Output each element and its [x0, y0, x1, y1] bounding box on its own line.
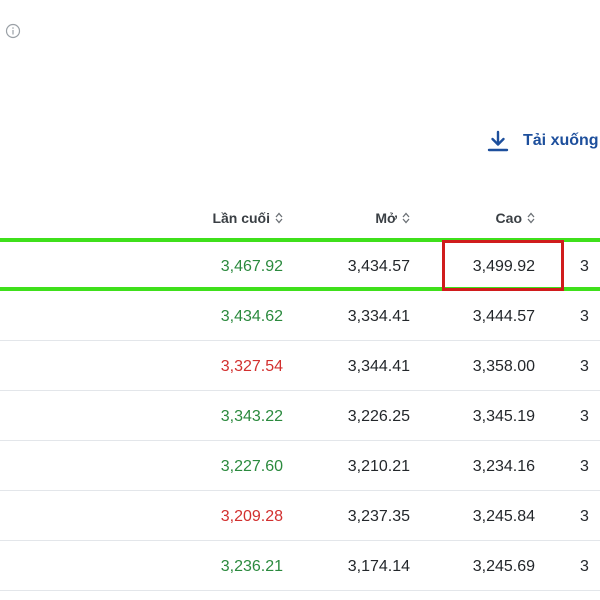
low-price-cell-partial: 3 [580, 557, 589, 575]
download-button[interactable]: Tải xuống [487, 128, 599, 154]
high-price-cell: 3,499.92 [472, 257, 535, 275]
low-price-cell-partial: 3 [580, 307, 589, 325]
download-label: Tải xuống [523, 132, 599, 149]
open-price-cell: 3,434.57 [347, 257, 410, 275]
open-price-cell: 3,237.35 [347, 507, 410, 525]
table-row[interactable]: 3,327.54 3,344.41 3,358.00 3 [0, 342, 600, 391]
sort-icon [275, 212, 283, 224]
column-header-high[interactable]: Cao [430, 203, 535, 233]
open-price-cell: 3,226.25 [347, 407, 410, 425]
high-price-cell: 3,234.16 [472, 457, 535, 475]
table-row[interactable]: 3,467.92 3,434.57 3,499.92 3 [0, 242, 600, 291]
open-price-cell: 3,210.21 [347, 457, 410, 475]
column-header-last[interactable]: Lần cuối [170, 203, 283, 233]
sort-icon [527, 212, 535, 224]
table-row[interactable]: 3,209.28 3,237.35 3,245.84 3 [0, 492, 600, 541]
table-row[interactable]: 3,434.62 3,334.41 3,444.57 3 [0, 292, 600, 341]
last-price-cell: 3,343.22 [220, 407, 283, 425]
last-price-cell: 3,467.92 [220, 257, 283, 275]
open-price-cell: 3,174.14 [347, 557, 410, 575]
high-price-cell: 3,245.84 [472, 507, 535, 525]
table-row[interactable]: 3,227.60 3,210.21 3,234.16 3 [0, 442, 600, 491]
high-price-cell: 3,245.69 [472, 557, 535, 575]
table-row[interactable]: 3,236.21 3,174.14 3,245.69 3 [0, 542, 600, 591]
last-price-cell: 3,227.60 [220, 457, 283, 475]
low-price-cell-partial: 3 [580, 257, 589, 275]
low-price-cell-partial: 3 [580, 507, 589, 525]
low-price-cell-partial: 3 [580, 457, 589, 475]
last-price-cell: 3,209.28 [220, 507, 283, 525]
open-price-cell: 3,334.41 [347, 307, 410, 325]
high-price-cell: 3,444.57 [472, 307, 535, 325]
low-price-cell-partial: 3 [580, 407, 589, 425]
column-header-open[interactable]: Mở [300, 203, 410, 233]
sort-icon [402, 212, 410, 224]
last-price-cell: 3,236.21 [220, 557, 283, 575]
column-header-last-label: Lần cuối [212, 210, 270, 226]
high-price-cell: 3,345.19 [472, 407, 535, 425]
download-icon [487, 130, 509, 152]
historical-data-panel: Tải xuống Lần cuối Mở Cao 3,467.92 3,434… [0, 0, 600, 600]
last-price-cell: 3,327.54 [220, 357, 283, 375]
table-header: Lần cuối Mở Cao [0, 203, 600, 233]
table-row[interactable]: 3,343.22 3,226.25 3,345.19 3 [0, 392, 600, 441]
column-header-open-label: Mở [375, 210, 397, 226]
high-price-cell: 3,358.00 [472, 357, 535, 375]
low-price-cell-partial: 3 [580, 357, 589, 375]
last-price-cell: 3,434.62 [220, 307, 283, 325]
column-header-high-label: Cao [495, 210, 522, 226]
open-price-cell: 3,344.41 [347, 357, 410, 375]
info-icon[interactable] [5, 23, 21, 39]
